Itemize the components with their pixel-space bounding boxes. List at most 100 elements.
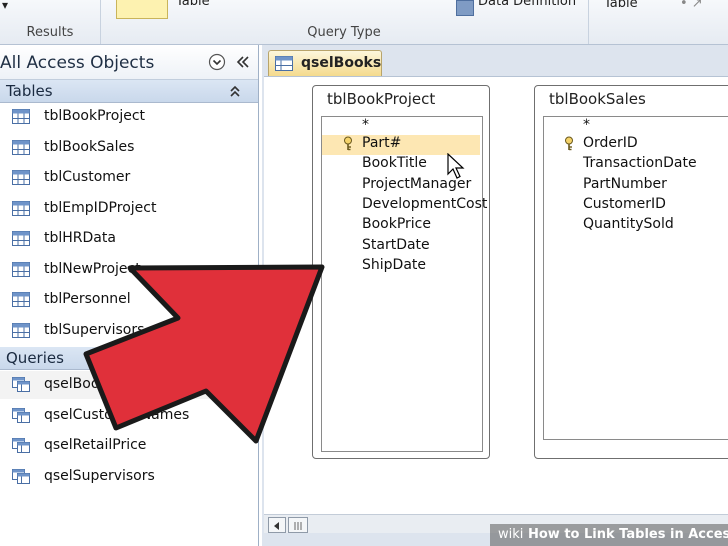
grip-icon (294, 522, 302, 530)
field-customerid[interactable]: CustomerID (583, 196, 666, 212)
nav-item-label: qselBooks (44, 376, 115, 392)
field-list-title[interactable]: tblBookProject (327, 90, 435, 108)
nav-item-tblnewproject[interactable]: tblNewProject (0, 256, 258, 284)
nav-item-tblcustomer[interactable]: tblCustomer (0, 164, 258, 192)
nav-item-label: tblBookProject (44, 108, 146, 124)
watermark-text: How to Link Tables in Access (528, 527, 728, 542)
table-icon (12, 322, 30, 338)
nav-item-qselbooks[interactable]: qselBooks (0, 371, 258, 399)
primary-key-icon (565, 136, 573, 151)
table-icon (12, 109, 30, 124)
scroll-thumb[interactable] (288, 517, 308, 533)
nav-item-tblempidproject[interactable]: tblEmpIDProject (0, 195, 258, 223)
table-icon (12, 292, 30, 307)
field-label: Part# (362, 135, 402, 151)
run-icon[interactable]: ▾ (2, 0, 8, 12)
table-icon (12, 200, 30, 216)
nav-title[interactable]: All Access Objects (0, 53, 154, 73)
data-definition-button[interactable]: Data Definition (478, 0, 576, 9)
table-icon (12, 261, 30, 277)
table-icon (12, 170, 30, 185)
tables-section-label: Tables (6, 82, 53, 100)
nav-item-label: tblHRData (44, 230, 116, 246)
query-icon (275, 56, 293, 71)
primary-key-icon (344, 136, 352, 151)
make-table-icon[interactable] (116, 0, 168, 19)
tables-section-header[interactable]: Tables (0, 80, 258, 103)
field-list-tblbooksales[interactable]: tblBookSales * OrderID TransactionDate Part… (534, 85, 728, 459)
field-shipdate[interactable]: ShipDate (362, 257, 426, 273)
nav-item-tblpersonnel[interactable]: tblPersonnel (0, 286, 258, 314)
tab-label: qselBooks (301, 55, 382, 71)
collapse-tables-icon[interactable] (228, 84, 242, 98)
watermark-brand: wiki (498, 527, 524, 542)
field-developmentcost[interactable]: DevelopmentCost (362, 196, 487, 212)
results-group: ▾ Results (0, 0, 101, 44)
nav-item-label: qselRetailPrice (44, 437, 147, 453)
nav-item-qselcustomernames[interactable]: qselCustomerNames (0, 402, 258, 430)
nav-item-label: tblCustomer (44, 169, 131, 185)
nav-header: All Access Objects (0, 45, 258, 80)
field-orderid[interactable]: OrderID (565, 135, 638, 151)
field-all-fields[interactable]: * (362, 117, 369, 133)
queries-section-header[interactable]: Queries (0, 347, 258, 370)
field-all-fields[interactable]: * (583, 117, 590, 133)
scroll-left-button[interactable] (268, 517, 286, 533)
queries-section-label: Queries (6, 349, 64, 367)
field-label: PartNumber (583, 175, 667, 192)
field-bookprice[interactable]: BookPrice (362, 216, 431, 232)
arrow-left-icon (274, 522, 279, 530)
field-list-body: * OrderID TransactionDate PartNumber Custome… (543, 116, 728, 440)
field-label: BookPrice (362, 216, 431, 233)
query-icon (12, 438, 30, 453)
nav-item-label: tblPersonnel (44, 291, 131, 307)
field-list-title[interactable]: tblBookSales (549, 90, 646, 108)
navigation-pane: All Access Objects Tables tblBookProject… (0, 45, 259, 546)
table-icon (12, 139, 30, 155)
ribbon-more-icon[interactable]: • ↗ (680, 0, 703, 11)
field-label: DevelopmentCost (362, 195, 488, 212)
nav-item-label: tblEmpIDProject (44, 199, 157, 216)
field-label: ShipDate (362, 256, 426, 273)
field-startdate[interactable]: StartDate (362, 237, 430, 253)
nav-item-tblhrdata[interactable]: tblHRData (0, 225, 258, 253)
nav-item-label: tblBookSales (44, 138, 135, 155)
field-list-tblbookproject[interactable]: tblBookProject * Part# BookTitle ProjectMan… (312, 85, 490, 459)
field-label: BookTitle (362, 155, 427, 172)
mouse-cursor-icon (447, 153, 465, 179)
query-design-canvas[interactable]: tblBookProject * Part# BookTitle ProjectMan… (264, 76, 728, 515)
wikihow-watermark: wiki How to Link Tables in Access (490, 524, 728, 546)
tab-qselbooks[interactable]: qselBooks (268, 50, 382, 77)
field-booktitle[interactable]: BookTitle (362, 155, 427, 171)
nav-item-tblbooksales[interactable]: tblBookSales (0, 134, 258, 162)
field-label: * (583, 117, 590, 133)
field-transactiondate[interactable]: TransactionDate (583, 155, 697, 171)
field-label: TransactionDate (583, 155, 697, 172)
query-icon (12, 468, 30, 484)
table-button[interactable]: Table (176, 0, 210, 9)
ribbon: ▾ Results Table Data Definition Query Ty… (0, 0, 728, 45)
nav-item-label: qselSupervisors (44, 467, 155, 484)
nav-item-label: qselCustomerNames (44, 406, 190, 423)
nav-menu-chevron-icon[interactable] (208, 53, 226, 71)
show-table-button[interactable]: Table (604, 0, 638, 11)
field-quantitysold[interactable]: QuantitySold (583, 216, 674, 232)
query-icon (12, 407, 30, 423)
field-part[interactable]: Part# (322, 135, 480, 155)
field-label: QuantitySold (583, 216, 674, 233)
nav-item-tblbookproject[interactable]: tblBookProject (0, 103, 258, 131)
field-partnumber[interactable]: PartNumber (583, 176, 667, 192)
nav-item-tblsupervisors[interactable]: tblSupervisors (0, 317, 258, 345)
nav-item-qselretailprice[interactable]: qselRetailPrice (0, 432, 258, 460)
query-type-group-label: Query Type (307, 25, 381, 40)
results-group-label: Results (26, 25, 74, 40)
query-icon (12, 377, 30, 392)
data-definition-icon[interactable] (456, 0, 474, 16)
field-label: OrderID (583, 135, 638, 151)
collapse-pane-icon[interactable] (234, 53, 252, 71)
field-label: CustomerID (583, 195, 666, 212)
query-type-group: Table Data Definition Query Type (100, 0, 589, 44)
nav-item-qselsupervisors[interactable]: qselSupervisors (0, 463, 258, 491)
nav-item-label: tblSupervisors (44, 321, 145, 338)
table-icon (12, 231, 30, 246)
